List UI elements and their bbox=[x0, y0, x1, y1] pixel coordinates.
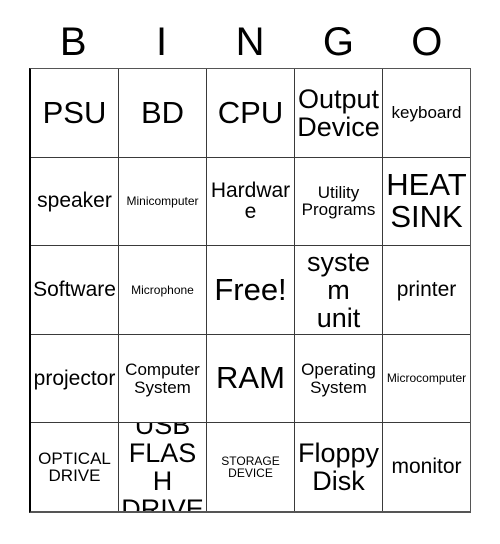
bingo-cell-free-space[interactable]: Free! bbox=[206, 246, 294, 334]
bingo-cell-label: Utility Programs bbox=[301, 182, 376, 220]
bingo-cell-label: Hardware bbox=[210, 178, 291, 224]
bingo-cell-label: Software bbox=[33, 278, 116, 302]
bingo-cell-label: Computer System bbox=[125, 359, 200, 397]
bingo-grid: PSU BD CPU Output Device keyboard speake… bbox=[29, 68, 471, 513]
bingo-row: projector Computer System RAM Operating … bbox=[31, 333, 470, 423]
bingo-row: OPTICAL DRIVE USB FLASH DRIVE STORAGE DE… bbox=[31, 422, 470, 511]
bingo-cell-label: projector bbox=[33, 366, 116, 390]
bingo-cell-i4[interactable]: Computer System bbox=[118, 334, 206, 423]
bingo-cell-b3[interactable]: Software bbox=[31, 246, 118, 334]
bingo-cell-label: system unit bbox=[306, 246, 371, 334]
bingo-cell-label: RAM bbox=[216, 360, 285, 396]
bingo-cell-b1[interactable]: PSU bbox=[31, 69, 118, 157]
bingo-cell-label: keyboard bbox=[391, 102, 462, 122]
bingo-cell-g3[interactable]: system unit bbox=[294, 246, 382, 334]
bingo-cell-label: Minicomputer bbox=[126, 194, 199, 209]
bingo-cell-label: OPTICAL DRIVE bbox=[38, 448, 111, 486]
bingo-cell-label: HEAT SINK bbox=[386, 167, 467, 235]
bingo-cell-label: CPU bbox=[217, 94, 284, 130]
bingo-cell-label: Microphone bbox=[131, 282, 194, 297]
bingo-cell-b2[interactable]: speaker bbox=[31, 158, 118, 246]
bingo-cell-label: USB FLASH DRIVE bbox=[121, 423, 204, 511]
bingo-cell-g4[interactable]: Operating System bbox=[294, 334, 382, 423]
bingo-row: PSU BD CPU Output Device keyboard bbox=[31, 69, 470, 157]
bingo-cell-label: monitor bbox=[391, 455, 462, 479]
bingo-card: B I N G O PSU BD CPU Output Device keybo… bbox=[0, 0, 500, 544]
header-letter-n: N bbox=[235, 20, 265, 64]
bingo-cell-o3[interactable]: printer bbox=[382, 246, 470, 334]
bingo-cell-label: STORAGE DEVICE bbox=[221, 453, 280, 481]
bingo-cell-i1[interactable]: BD bbox=[118, 69, 206, 157]
header-letter-g: G bbox=[322, 20, 354, 64]
bingo-cell-i3[interactable]: Microphone bbox=[118, 246, 206, 334]
bingo-cell-o1[interactable]: keyboard bbox=[382, 69, 470, 157]
bingo-cell-i5[interactable]: USB FLASH DRIVE bbox=[118, 423, 206, 511]
bingo-cell-label: Output Device bbox=[297, 83, 380, 142]
bingo-cell-n2[interactable]: Hardware bbox=[206, 157, 294, 246]
bingo-cell-n5[interactable]: STORAGE DEVICE bbox=[206, 423, 294, 511]
bingo-cell-label: BD bbox=[140, 94, 185, 130]
bingo-cell-n4[interactable]: RAM bbox=[206, 334, 294, 423]
bingo-cell-label: PSU bbox=[42, 94, 107, 130]
bingo-row: Software Microphone Free! system unit pr… bbox=[31, 245, 470, 334]
bingo-cell-label: Microcomputer bbox=[386, 371, 467, 386]
bingo-cell-g2[interactable]: Utility Programs bbox=[294, 157, 382, 246]
bingo-cell-b5[interactable]: OPTICAL DRIVE bbox=[31, 423, 118, 511]
bingo-cell-g5[interactable]: Floppy Disk bbox=[294, 423, 382, 511]
bingo-cell-n1[interactable]: CPU bbox=[206, 69, 294, 157]
bingo-cell-o4[interactable]: Microcomputer bbox=[382, 334, 470, 423]
header-letter-b: B bbox=[59, 20, 87, 64]
bingo-cell-o5[interactable]: monitor bbox=[382, 423, 470, 511]
bingo-cell-label: printer bbox=[396, 278, 457, 302]
bingo-cell-label: Operating System bbox=[301, 359, 376, 397]
bingo-cell-o2[interactable]: HEAT SINK bbox=[382, 157, 470, 246]
bingo-cell-i2[interactable]: Minicomputer bbox=[118, 157, 206, 246]
bingo-cell-g1[interactable]: Output Device bbox=[294, 69, 382, 157]
header-letter-o: O bbox=[411, 20, 443, 64]
bingo-cell-label: speaker bbox=[37, 189, 112, 213]
header-letter-i: I bbox=[156, 20, 168, 64]
bingo-cell-label: Free! bbox=[214, 271, 287, 307]
bingo-cell-b4[interactable]: projector bbox=[31, 335, 118, 423]
bingo-cell-label: Floppy Disk bbox=[297, 438, 380, 497]
bingo-header: B I N G O bbox=[29, 16, 471, 68]
bingo-row: speaker Minicomputer Hardware Utility Pr… bbox=[31, 156, 470, 246]
